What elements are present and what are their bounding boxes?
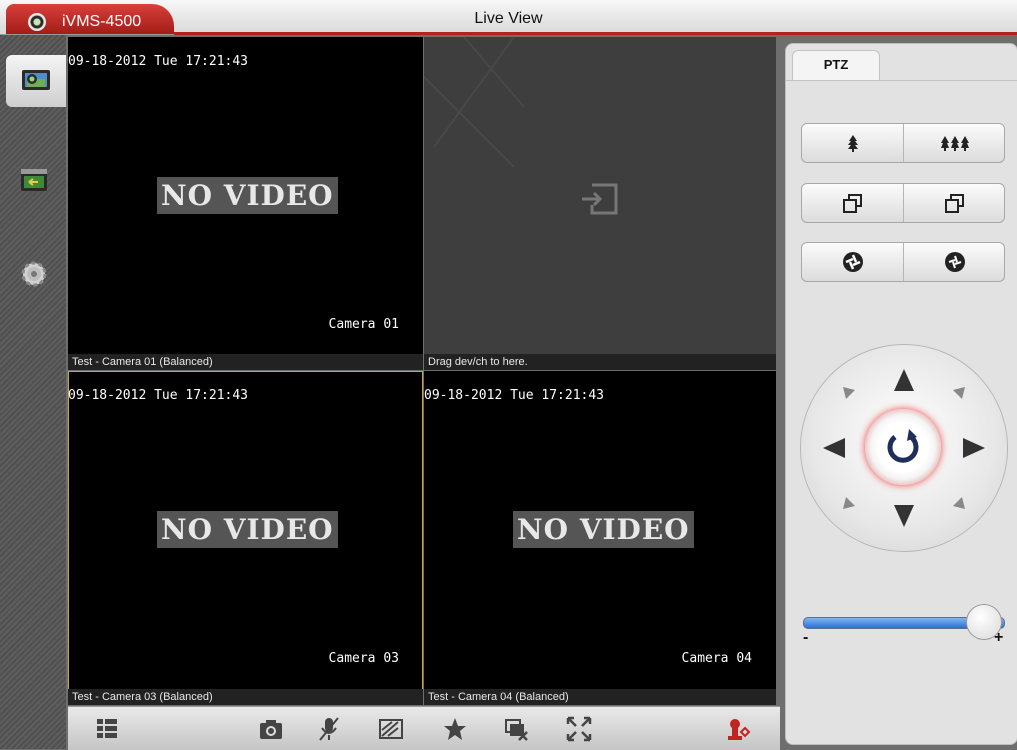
iris-open-button[interactable] (802, 243, 903, 281)
playback-icon (21, 169, 47, 191)
mute-microphone-icon[interactable] (316, 716, 342, 742)
osd-timestamp: 09-18-2012 Tue 17:21:43 (68, 388, 249, 403)
focus-button-group (801, 183, 1005, 223)
pan-up-right-arrow (953, 387, 965, 399)
rotate-icon (887, 429, 919, 463)
focus-far-icon (944, 194, 964, 213)
osd-timestamp: 09-18-2012 Tue 17:21:43 (424, 388, 605, 403)
page-title: Live View (474, 10, 543, 27)
ptz-control-icon[interactable] (726, 716, 752, 742)
tab-ptz[interactable]: PTZ (792, 50, 880, 81)
osd-camera-name: Camera 04 (681, 651, 752, 666)
osd-camera-name: Camera 03 (328, 651, 399, 666)
tab-divider (786, 80, 1017, 81)
focus-far-button[interactable] (903, 184, 1005, 222)
pan-right-arrow (963, 438, 985, 458)
slider-min-label: - (803, 629, 809, 646)
sidebar-item-playback[interactable] (8, 155, 60, 207)
favorite-icon[interactable] (442, 716, 468, 742)
fullscreen-icon[interactable] (566, 716, 592, 742)
osd-timestamp: 09-18-2012 Tue 17:21:43 (68, 54, 249, 69)
title-bar: iVMS-4500 Live View (0, 0, 1017, 35)
sidebar-item-settings[interactable] (8, 249, 60, 301)
ptz-panel: PTZ - + (785, 43, 1017, 745)
slider-max-label: + (994, 629, 1004, 646)
drop-here-icon (582, 183, 618, 215)
no-video-label: NO VIDEO (157, 177, 338, 214)
auto-scan-button[interactable] (865, 409, 941, 485)
sidebar (0, 35, 66, 749)
pane-caption: Test - Camera 01 (Balanced) (68, 354, 423, 370)
pane-caption: Test - Camera 03 (Balanced) (68, 689, 423, 705)
ptz-joystick[interactable] (800, 344, 1008, 552)
focus-near-button[interactable] (802, 184, 903, 222)
pan-up-arrow (894, 369, 914, 391)
title-accent-line (174, 32, 1017, 35)
camera-monitor-icon (22, 70, 50, 90)
pan-left-arrow (823, 438, 845, 458)
pan-down-right-arrow (953, 497, 965, 509)
pane-caption: Drag dev/ch to here. (424, 354, 776, 370)
iris-close-icon (944, 252, 965, 272)
video-pane-1[interactable]: 09-18-2012 Tue 17:21:43 NO VIDEO Camera … (68, 37, 423, 370)
image-quality-icon[interactable] (378, 716, 404, 742)
iris-open-icon (842, 252, 863, 272)
bottom-toolbar (68, 706, 780, 750)
close-all-icon[interactable] (504, 716, 530, 742)
pan-down-arrow (894, 505, 914, 527)
video-pane-2-empty[interactable]: Drag dev/ch to here. (424, 37, 776, 370)
zoom-out-icon (940, 136, 969, 151)
osd-camera-name: Camera 01 (328, 317, 399, 332)
snapshot-icon[interactable] (258, 716, 284, 742)
zoom-in-icon (847, 135, 858, 152)
sidebar-item-live-view[interactable] (6, 55, 66, 107)
video-pane-3-selected[interactable]: 09-18-2012 Tue 17:21:43 NO VIDEO Camera … (68, 371, 423, 705)
iris-close-button[interactable] (903, 243, 1005, 281)
no-video-label: NO VIDEO (157, 511, 338, 548)
zoom-in-button[interactable] (802, 124, 903, 162)
focus-near-icon (842, 194, 862, 213)
no-video-label: NO VIDEO (513, 511, 694, 548)
pan-down-left-arrow (843, 497, 855, 509)
pane-caption: Test - Camera 04 (Balanced) (424, 689, 776, 705)
video-pane-4[interactable]: 09-18-2012 Tue 17:21:43 NO VIDEO Camera … (424, 371, 776, 705)
zoom-button-group (801, 123, 1005, 163)
zoom-out-button[interactable] (903, 124, 1005, 162)
pan-up-left-arrow (843, 387, 855, 399)
list-view-icon[interactable] (94, 716, 120, 742)
gear-icon (21, 261, 47, 287)
iris-button-group (801, 242, 1005, 282)
